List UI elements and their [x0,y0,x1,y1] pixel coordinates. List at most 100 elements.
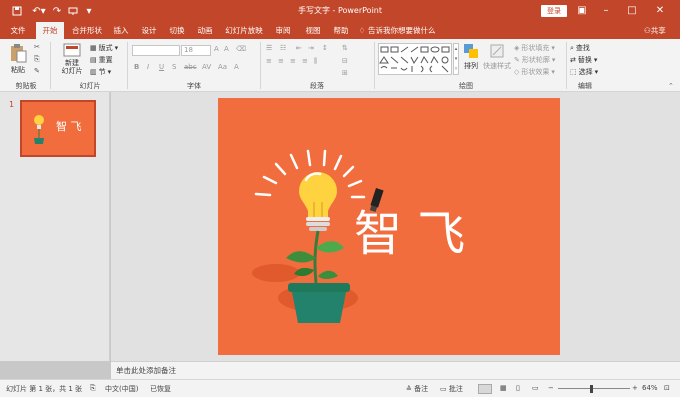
quick-styles-label: 快速样式 [483,62,511,70]
slides-group-label: 幻灯片 [79,82,101,90]
layout-label: 版式 [98,44,113,52]
close-icon[interactable]: ✕ [652,3,668,19]
notes-icon: ≙ [406,385,415,393]
zoom-slider-thumb[interactable] [590,385,593,393]
ribbon-display-icon[interactable]: ▣ [574,3,590,19]
replace-button[interactable]: ⇄ 替换 ▾ [570,55,597,65]
slide-canvas[interactable]: 智 飞 [218,98,560,355]
indent-increase-icon[interactable]: ⇥ [308,44,314,52]
arrange-button[interactable]: 排列 [460,43,482,71]
tab-animations[interactable]: 动画 [194,22,216,39]
tab-review[interactable]: 审阅 [272,22,294,39]
clear-format-icon[interactable]: ⌫ [236,45,246,53]
tab-merge-shapes[interactable]: 合并形状 [70,22,104,39]
shape-outline-icon: ✎ [514,56,520,64]
smartart-icon[interactable]: ⊞ [342,69,348,77]
tab-view[interactable]: 视图 [302,22,324,39]
tab-home[interactable]: 开始 [36,22,64,39]
change-case-icon[interactable]: Aa [218,63,227,71]
grow-font-icon[interactable]: A [214,45,219,53]
numbering-icon[interactable]: ☷ [280,44,286,52]
login-button[interactable]: 登录 [541,5,567,17]
tab-insert[interactable]: 插入 [110,22,132,39]
cut-icon[interactable]: ✂ [34,43,40,51]
font-name-input[interactable] [132,45,180,56]
drawing-group-label: 绘图 [459,82,473,90]
spellcheck-icon[interactable]: ⎘ [90,384,96,393]
reset-button[interactable]: ▤ 重置 [90,55,113,65]
font-size-input[interactable]: 18 [181,45,211,56]
new-slide-button[interactable]: 新建 幻灯片 [57,43,87,75]
tab-file[interactable]: 文件 [6,22,30,39]
group-divider [127,42,128,89]
bullets-icon[interactable]: ☰ [266,44,272,52]
spacing-icon[interactable]: AV [202,63,211,71]
layout-icon: ▦ [90,44,97,52]
share-button[interactable]: ⚇共享 [644,22,666,39]
shapes-gallery[interactable] [378,43,452,75]
shape-outline-button[interactable]: ✎ 形状轮廓 ▾ [514,55,555,65]
section-button[interactable]: ▥ 节 ▾ [90,67,111,77]
title-bar: ↶▾ ↷ ▾ 手写文字 - PowerPoint 登录 ▣ – □ ✕ [0,0,680,22]
arrange-label: 排列 [464,62,478,70]
bold-icon[interactable]: B [134,63,139,71]
arrange-icon [464,44,478,58]
slide-sorter-icon[interactable]: ▦ [500,384,507,392]
notes-toggle[interactable]: ≙ 备注 [406,384,428,394]
copy-icon[interactable]: ⎘ [34,55,40,64]
new-slide-icon [63,43,81,57]
shape-effects-button[interactable]: ◇ 形状效果 ▾ [514,67,555,77]
tell-me-search[interactable]: 告诉我你想要做什么 [368,22,436,39]
find-label: 查找 [575,44,590,52]
underline-icon[interactable]: U [159,63,164,71]
align-text-icon[interactable]: ⊟ [342,57,348,65]
align-left-icon[interactable]: ≡ [266,57,272,65]
layout-button[interactable]: ▦ 版式 ▾ [90,43,118,53]
columns-icon[interactable]: ⫼ [314,57,317,66]
tab-transitions[interactable]: 切换 [166,22,188,39]
tab-help[interactable]: 帮助 [330,22,352,39]
indent-decrease-icon[interactable]: ⇤ [296,44,302,52]
select-button[interactable]: ⬚ 选择 ▾ [570,67,598,77]
align-center-icon[interactable]: ≡ [278,57,284,65]
reading-view-icon[interactable]: ▯ [516,384,520,392]
replace-label: 替换 [577,56,592,64]
tab-slideshow[interactable]: 幻灯片放映 [222,22,266,39]
paste-button[interactable]: 粘贴 [6,43,30,75]
shapes-gallery-scroll[interactable]: ▴ ▾ ▿ [453,43,459,75]
find-button[interactable]: ⌕ 查找 [570,43,590,53]
section-icon: ▥ [90,68,97,76]
collapse-ribbon-icon[interactable]: ⌃ [668,82,674,90]
new-slide-label: 新建 幻灯片 [61,59,83,75]
tab-design[interactable]: 设计 [138,22,160,39]
minimize-icon[interactable]: – [598,3,614,19]
zoom-slider[interactable] [558,388,630,389]
text-direction-icon[interactable]: ⇅ [342,44,348,52]
justify-icon[interactable]: ≡ [302,57,308,65]
italic-icon[interactable]: I [147,63,149,71]
maximize-icon[interactable]: □ [624,3,640,19]
shape-fill-button[interactable]: ◈ 形状填充 ▾ [514,43,555,53]
format-painter-icon[interactable]: ✎ [34,67,40,75]
shape-fill-icon: ◈ [514,44,520,52]
notes-pane[interactable]: 单击此处添加备注 [111,361,680,379]
shrink-font-icon[interactable]: A [224,45,229,53]
align-right-icon[interactable]: ≡ [290,57,296,65]
slide-thumbnail[interactable]: 智 飞 [20,100,96,157]
zoom-level[interactable]: 64% [642,384,658,392]
font-color-icon[interactable]: A [234,63,239,71]
zoom-out-icon[interactable]: − [548,384,554,392]
normal-view-icon[interactable] [478,384,492,394]
font-group-label: 字体 [187,82,201,90]
quick-styles-button[interactable]: 快速样式 [482,43,512,71]
fit-slide-icon[interactable]: ⊡ [664,384,670,392]
strikethrough-icon[interactable]: abc [184,63,197,71]
shape-effects-icon: ◇ [514,68,520,76]
slideshow-icon[interactable]: ▭ [532,384,539,392]
language-status[interactable]: 中文(中国) [105,384,138,394]
comments-toggle[interactable]: ▭ 批注 [440,384,463,394]
zoom-in-icon[interactable]: + [632,384,638,392]
line-spacing-icon[interactable]: ↕ [322,44,328,52]
paste-label: 粘贴 [11,66,25,74]
shadow-icon[interactable]: S [172,63,176,71]
